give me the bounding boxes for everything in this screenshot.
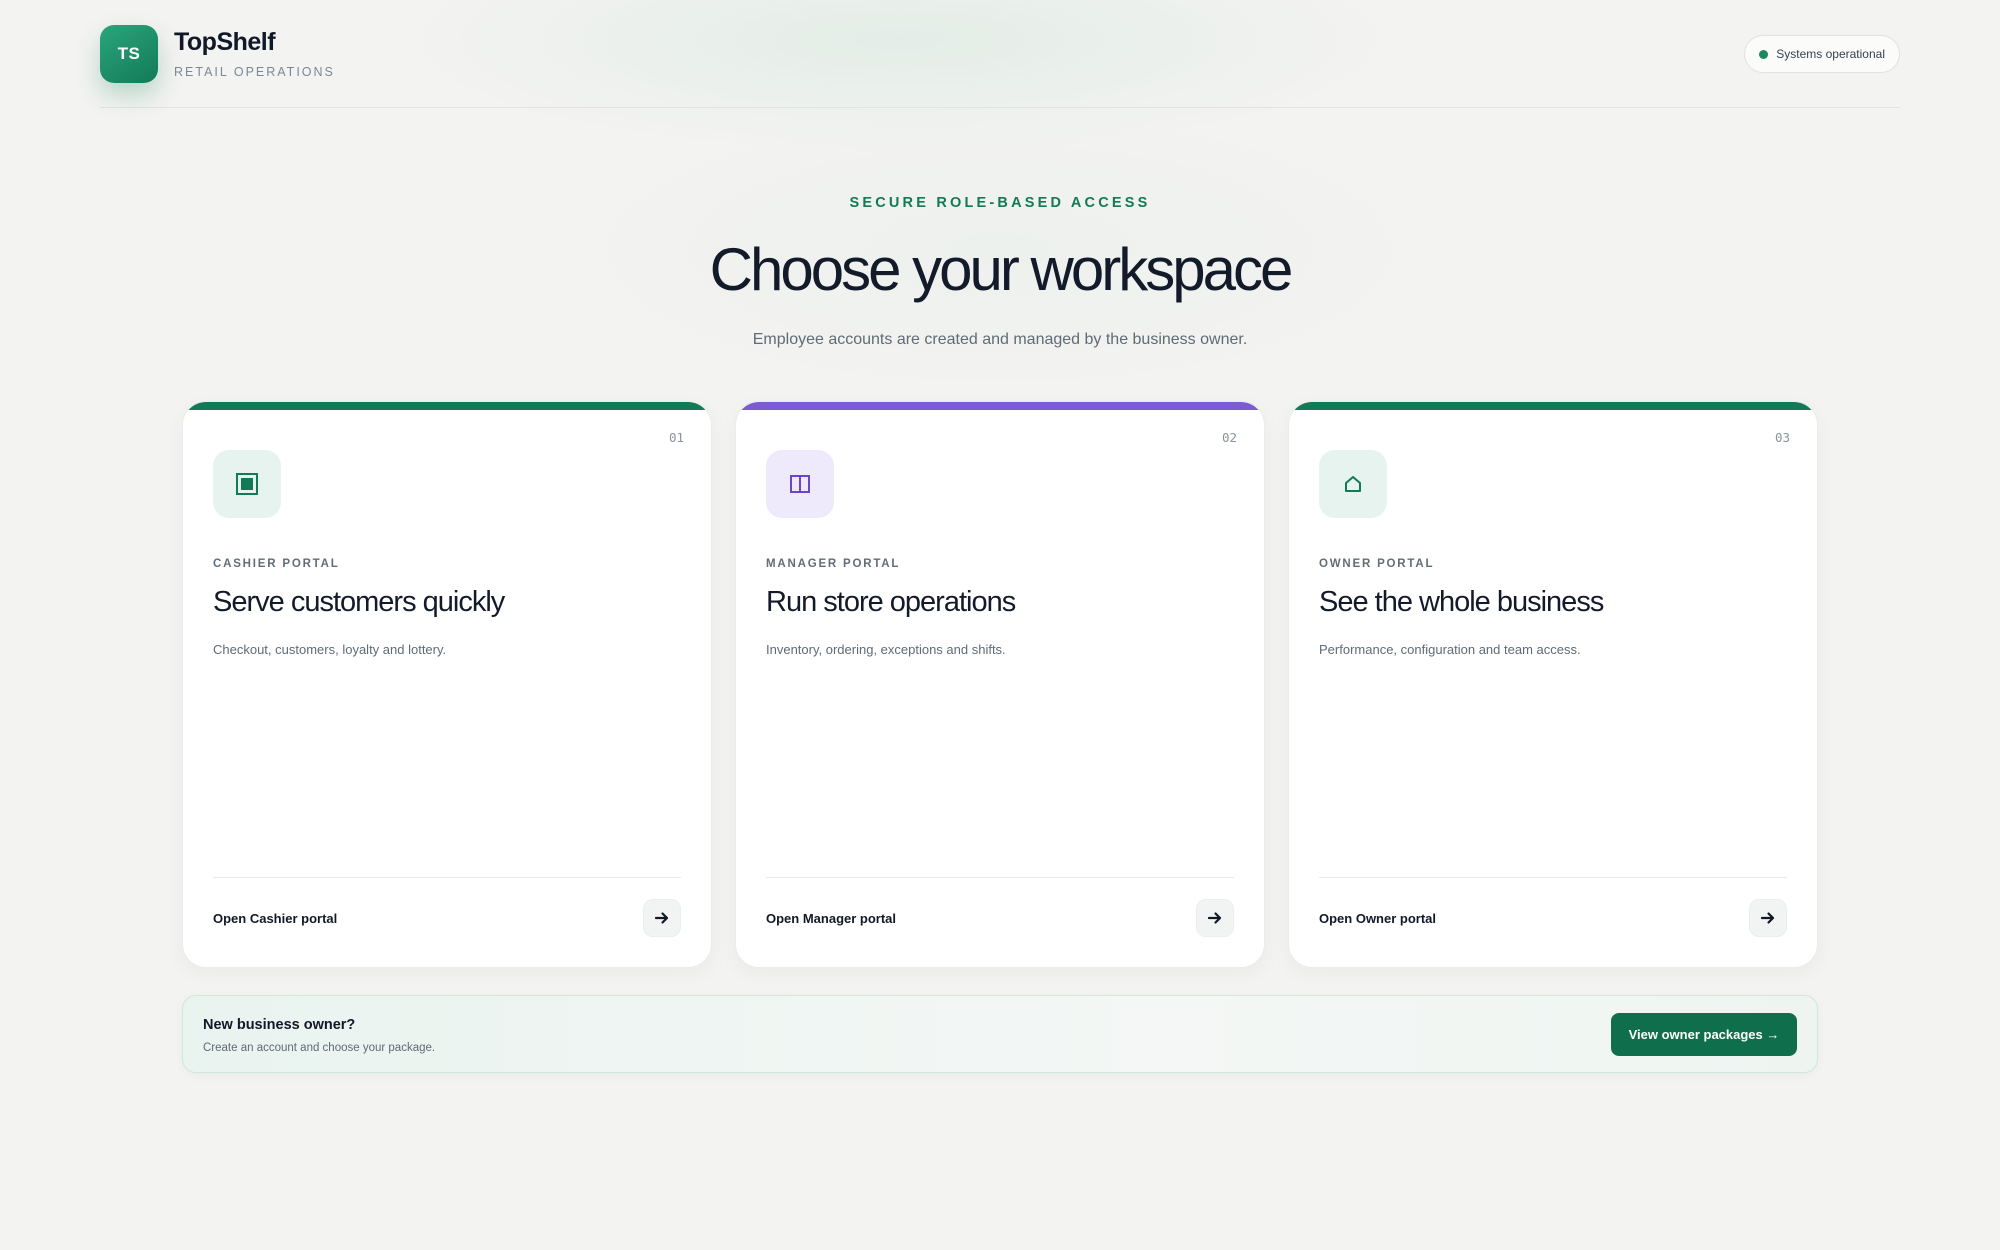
card-accent-bar bbox=[183, 402, 711, 410]
card-description: Inventory, ordering, exceptions and shif… bbox=[766, 642, 1006, 657]
hero-subtitle: Employee accounts are created and manage… bbox=[752, 331, 1248, 348]
open-manager-portal-button[interactable] bbox=[1196, 899, 1234, 937]
columns-icon-glyph bbox=[790, 475, 810, 493]
register-icon-glyph bbox=[236, 473, 258, 495]
arrow-right-icon bbox=[1207, 912, 1222, 924]
manager-portal-card[interactable]: 02 MANAGER PORTAL Run store operations I… bbox=[735, 401, 1265, 968]
card-title: Run store operations bbox=[766, 586, 1016, 618]
register-icon bbox=[213, 450, 281, 518]
brand-logo-initials: TS bbox=[117, 44, 141, 63]
card-divider bbox=[766, 877, 1234, 878]
owner-portal-card[interactable]: 03 OWNER PORTAL See the whole business P… bbox=[1288, 401, 1818, 968]
card-title: Serve customers quickly bbox=[213, 586, 505, 618]
card-number: 01 bbox=[668, 430, 684, 445]
card-role-label: MANAGER PORTAL bbox=[766, 558, 901, 570]
card-accent-bar bbox=[1289, 402, 1817, 410]
banner-subtitle: Create an account and choose your packag… bbox=[203, 1042, 436, 1054]
open-owner-portal-button[interactable] bbox=[1749, 899, 1787, 937]
open-cashier-portal-link[interactable]: Open Cashier portal bbox=[213, 911, 337, 926]
card-divider bbox=[213, 877, 681, 878]
open-owner-portal-link[interactable]: Open Owner portal bbox=[1319, 911, 1436, 926]
new-owner-banner: New business owner? Create an account an… bbox=[182, 995, 1818, 1073]
home-icon bbox=[1319, 450, 1387, 518]
columns-icon bbox=[766, 450, 834, 518]
app-header: TS TopShelf RETAIL OPERATIONS Systems op… bbox=[100, 0, 1900, 108]
brand-logo[interactable]: TS bbox=[100, 25, 158, 83]
brand-name[interactable]: TopShelf bbox=[174, 28, 276, 57]
open-cashier-portal-button[interactable] bbox=[643, 899, 681, 937]
arrow-right-icon bbox=[654, 912, 669, 924]
page-title: Choose your workspace bbox=[709, 236, 1294, 303]
hero-eyebrow: SECURE ROLE-BASED ACCESS bbox=[849, 195, 1151, 211]
open-manager-portal-link[interactable]: Open Manager portal bbox=[766, 911, 896, 926]
card-divider bbox=[1319, 877, 1787, 878]
card-role-label: CASHIER PORTAL bbox=[213, 558, 340, 570]
view-owner-packages-button[interactable]: View owner packages → bbox=[1611, 1013, 1797, 1056]
status-label: Systems operational bbox=[1776, 47, 1885, 61]
home-icon-glyph bbox=[1345, 476, 1361, 492]
card-number: 03 bbox=[1774, 430, 1790, 445]
arrow-right-icon bbox=[1760, 912, 1775, 924]
banner-title: New business owner? bbox=[203, 1017, 356, 1033]
card-description: Checkout, customers, loyalty and lottery… bbox=[213, 642, 447, 657]
cashier-portal-card[interactable]: 01 CASHIER PORTAL Serve customers quickl… bbox=[182, 401, 712, 968]
card-accent-bar bbox=[736, 402, 1264, 410]
brand-subtitle: RETAIL OPERATIONS bbox=[174, 65, 335, 79]
card-description: Performance, configuration and team acce… bbox=[1319, 642, 1581, 657]
card-role-label: OWNER PORTAL bbox=[1319, 558, 1435, 570]
status-dot-icon bbox=[1759, 49, 1769, 59]
status-badge: Systems operational bbox=[1744, 35, 1900, 73]
card-title: See the whole business bbox=[1319, 586, 1604, 618]
card-number: 02 bbox=[1221, 430, 1237, 445]
